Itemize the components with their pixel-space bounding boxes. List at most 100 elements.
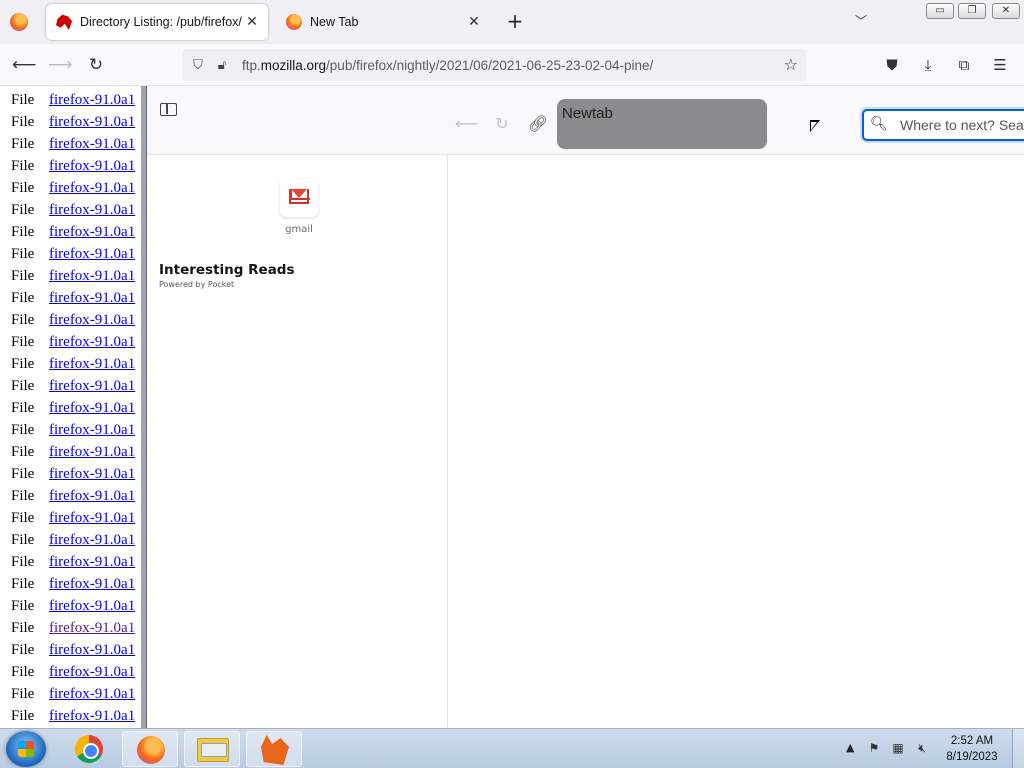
sidebar-toggle-icon[interactable]: [160, 103, 177, 116]
listing-row: File firefox-91.0a1: [0, 686, 146, 708]
listing-row: File firefox-91.0a1: [0, 488, 146, 510]
close-tab-icon[interactable]: ✕: [464, 14, 484, 30]
show-desktop-button[interactable]: [1012, 729, 1024, 768]
file-kind-label: File: [11, 268, 35, 284]
url-text[interactable]: ftp.mozilla.org/pub/firefox/nightly/2021…: [242, 58, 653, 73]
url-bar[interactable]: ⛉ 🔓︎ ftp.mozilla.org/pub/firefox/nightly…: [182, 49, 806, 81]
taskbar-firefox[interactable]: [122, 731, 178, 767]
menu-icon[interactable]: ☰: [990, 55, 1010, 75]
listing-row: File firefox-91.0a1: [0, 246, 146, 268]
file-kind-label: File: [11, 686, 35, 702]
file-link[interactable]: firefox-91.0a1: [49, 400, 135, 417]
mouse-cursor-icon: [810, 120, 820, 132]
ftp-favicon-icon: [56, 14, 72, 30]
file-link[interactable]: firefox-91.0a1: [49, 576, 135, 593]
link-icon[interactable]: 🔗︎: [527, 114, 549, 133]
windows-taskbar: ▲ ⚑ ▦ 🔇︎ 2:52 AM 8/19/2023: [0, 728, 1024, 768]
firefox-view-icon[interactable]: [10, 13, 28, 31]
file-link[interactable]: firefox-91.0a1: [49, 444, 135, 461]
file-explorer-icon: [197, 738, 229, 762]
list-all-tabs-button[interactable]: ﹀: [855, 12, 867, 29]
file-link[interactable]: firefox-91.0a1: [49, 224, 135, 241]
volume-muted-icon[interactable]: 🔇︎: [914, 740, 930, 756]
file-link[interactable]: firefox-91.0a1: [49, 598, 135, 615]
search-input[interactable]: [900, 115, 1024, 135]
tab-title: New Tab: [310, 15, 359, 29]
panel-reload-icon[interactable]: ↻: [491, 114, 513, 133]
back-button[interactable]: ⟵: [12, 53, 36, 77]
clock-time: 2:52 AM: [950, 735, 994, 747]
panel-back-icon[interactable]: ⟵: [455, 114, 478, 133]
tracking-shield-icon[interactable]: ⛉: [190, 58, 206, 73]
file-link[interactable]: firefox-91.0a1: [49, 510, 135, 527]
file-kind-label: File: [11, 576, 35, 592]
file-link[interactable]: firefox-91.0a1: [49, 180, 135, 197]
file-kind-label: File: [11, 444, 35, 460]
extensions-icon[interactable]: ⧉: [954, 55, 974, 75]
tab-new-tab[interactable]: New Tab ✕: [276, 4, 490, 40]
new-tab-button[interactable]: +: [504, 10, 526, 32]
tab-directory-listing[interactable]: Directory Listing: /pub/firefox/n ✕: [46, 4, 268, 40]
reload-button[interactable]: ↻: [84, 53, 108, 77]
listing-row: File firefox-91.0a1: [0, 532, 146, 554]
file-link[interactable]: firefox-91.0a1: [49, 554, 135, 571]
file-link[interactable]: firefox-91.0a1: [49, 268, 135, 285]
file-link[interactable]: firefox-91.0a1: [49, 312, 135, 329]
forward-button[interactable]: ⟶: [48, 53, 72, 77]
file-kind-label: File: [11, 136, 35, 152]
chrome-icon: [75, 735, 103, 763]
file-link[interactable]: firefox-91.0a1: [49, 378, 135, 395]
file-link[interactable]: firefox-91.0a1: [49, 356, 135, 373]
insecure-lock-icon[interactable]: 🔓︎: [214, 58, 230, 73]
panel-toolbar: ⟵ ↻ 🔗︎ Newtab 🔍︎: [147, 86, 1024, 155]
file-link[interactable]: firefox-91.0a1: [49, 708, 135, 725]
file-link[interactable]: firefox-91.0a1: [49, 114, 135, 131]
page-title-box: Newtab: [557, 99, 767, 149]
taskbar-chrome[interactable]: [60, 731, 116, 767]
firefox-icon: [137, 736, 165, 764]
bookmark-star-icon[interactable]: ☆: [784, 55, 798, 74]
file-link[interactable]: firefox-91.0a1: [49, 642, 135, 659]
file-link[interactable]: firefox-91.0a1: [49, 158, 135, 175]
close-tab-icon[interactable]: ✕: [242, 14, 262, 30]
listing-row: File firefox-91.0a1: [0, 642, 146, 664]
tray-overflow-arrow[interactable]: ▲: [846, 741, 854, 754]
file-link[interactable]: firefox-91.0a1: [49, 466, 135, 483]
navigation-toolbar: ⟵ ⟶ ↻ ⛉ 🔓︎ ftp.mozilla.org/pub/firefox/n…: [0, 44, 1024, 86]
file-link[interactable]: firefox-91.0a1: [49, 664, 135, 681]
file-kind-label: File: [11, 620, 35, 636]
listing-row: File firefox-91.0a1: [0, 312, 146, 334]
file-kind-label: File: [11, 312, 35, 328]
listing-row: File firefox-91.0a1: [0, 114, 146, 136]
action-center-icon[interactable]: ⚑: [866, 740, 882, 756]
file-kind-label: File: [11, 598, 35, 614]
newtab-search-box[interactable]: 🔍︎: [862, 109, 1024, 141]
minimize-button[interactable]: ▭: [926, 3, 954, 19]
downloads-icon[interactable]: ⤓: [918, 55, 938, 75]
file-link[interactable]: firefox-91.0a1: [49, 422, 135, 439]
network-icon[interactable]: ▦: [890, 740, 906, 756]
file-link[interactable]: firefox-91.0a1: [49, 334, 135, 351]
file-kind-label: File: [11, 466, 35, 482]
close-window-button[interactable]: ✕: [992, 3, 1020, 19]
file-link[interactable]: firefox-91.0a1: [49, 488, 135, 505]
file-kind-label: File: [11, 532, 35, 548]
file-link[interactable]: firefox-91.0a1: [49, 202, 135, 219]
start-button[interactable]: [6, 731, 46, 767]
file-link[interactable]: firefox-91.0a1: [49, 136, 135, 153]
restore-button[interactable]: ❐: [958, 3, 986, 19]
system-clock[interactable]: 2:52 AM 8/19/2023: [940, 733, 1004, 765]
file-link[interactable]: firefox-91.0a1: [49, 686, 135, 703]
taskbar-app[interactable]: [246, 731, 302, 767]
file-link[interactable]: firefox-91.0a1: [49, 532, 135, 549]
file-link[interactable]: firefox-91.0a1: [49, 620, 135, 637]
file-kind-label: File: [11, 92, 35, 108]
top-site-gmail[interactable]: [280, 179, 318, 217]
taskbar-explorer[interactable]: [184, 731, 240, 767]
file-kind-label: File: [11, 158, 35, 174]
file-link[interactable]: firefox-91.0a1: [49, 92, 135, 109]
file-link[interactable]: firefox-91.0a1: [49, 290, 135, 307]
top-site-label: gmail: [285, 224, 313, 235]
file-link[interactable]: firefox-91.0a1: [49, 246, 135, 263]
pocket-icon[interactable]: ⛊: [882, 55, 902, 75]
